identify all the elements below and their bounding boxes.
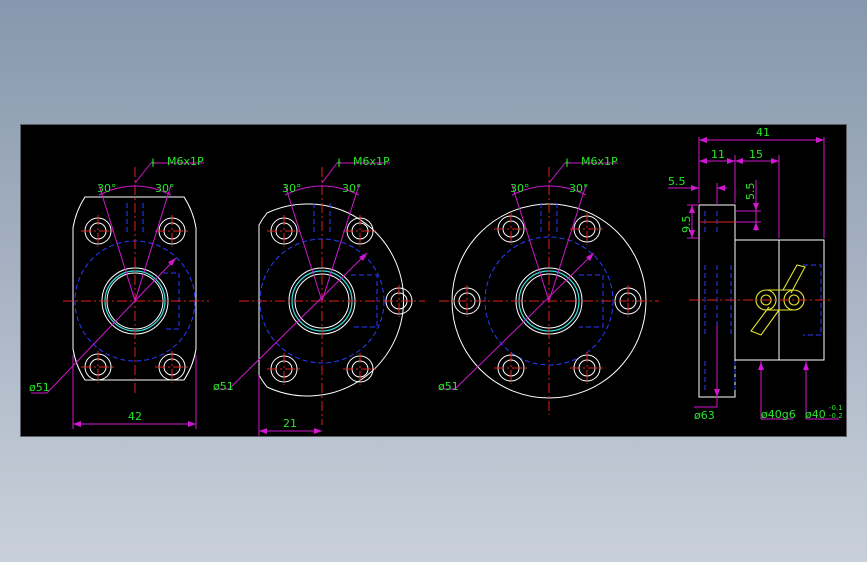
- dim-5-5-vertical-label: 5.5: [744, 183, 757, 201]
- diameter-label: ø51: [213, 380, 234, 393]
- tolerance-lower: -0.2: [829, 412, 843, 420]
- thread-symbol: ╫: [150, 158, 156, 167]
- angle-label-right: 30°: [155, 182, 175, 195]
- flange-view-3: 30° 30° ╫ M6x1P ø51: [438, 155, 659, 415]
- thread-symbol: ╫: [336, 158, 342, 167]
- drawing-svg: 30° 30° ╫ M6x1P ø51 42 30° 30° ╫ M6x1P ø…: [29, 126, 843, 436]
- dim-9-5-label: 9.5: [680, 216, 693, 234]
- dim-5-5-horizontal-label: 5.5: [668, 175, 686, 188]
- thread-label: M6x1P: [353, 155, 390, 168]
- thread-label: M6x1P: [581, 155, 618, 168]
- angle-label-right: 30°: [569, 182, 589, 195]
- flange-view-1: 30° 30° ╫ M6x1P ø51 42: [29, 155, 209, 429]
- diameter-label: ø51: [438, 380, 459, 393]
- tolerance-upper: -0.1: [829, 404, 843, 412]
- flange-view-2: 30° 30° ╫ M6x1P ø51 21: [213, 155, 425, 436]
- body-diameter-label: ø40g6: [761, 408, 796, 421]
- overall-length-label: 41: [756, 126, 770, 139]
- flange-outline: [258, 203, 405, 397]
- dim-11-label: 11: [711, 148, 725, 161]
- angle-label-left: 30°: [282, 182, 302, 195]
- cad-drawing-canvas: 30° 30° ╫ M6x1P ø51 42 30° 30° ╫ M6x1P ø…: [20, 124, 847, 437]
- nut-diameter-label: ø40: [805, 408, 826, 421]
- offset-label: 21: [283, 417, 297, 430]
- width-label: 42: [128, 410, 142, 423]
- diameter-label: ø51: [29, 381, 50, 394]
- thread-symbol: ╫: [564, 158, 570, 167]
- thread-label: M6x1P: [167, 155, 204, 168]
- flange-diameter-label: ø63: [694, 409, 715, 422]
- side-section-view: 41 11 15 5.5 5.5 9.5 ø63 ø40g6 ø40 -0.1 …: [668, 126, 843, 422]
- angle-label-left: 30°: [97, 182, 117, 195]
- dim-15-label: 15: [749, 148, 763, 161]
- wiper-detail: [750, 264, 806, 336]
- angle-label-left: 30°: [510, 182, 530, 195]
- angle-label-right: 30°: [342, 182, 362, 195]
